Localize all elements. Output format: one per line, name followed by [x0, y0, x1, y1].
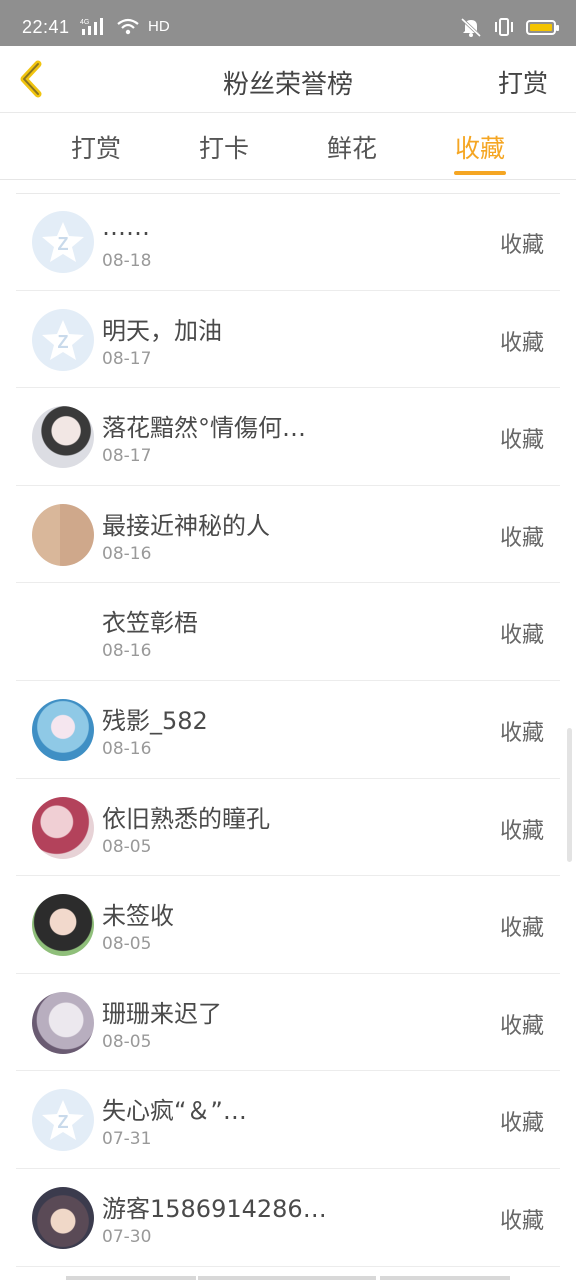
- fan-action: 收藏: [499, 525, 544, 551]
- fan-name: 依旧熟悉的瞳孔: [102, 804, 270, 833]
- svg-text:Z: Z: [58, 332, 69, 352]
- fan-date: 08-16: [102, 641, 152, 662]
- vibrate-icon: [495, 18, 513, 36]
- fan-action: 收藏: [499, 428, 544, 454]
- fan-name: 失心疯“＆”…: [102, 1097, 247, 1126]
- user-avatar-photo: [32, 796, 94, 859]
- star-logo-icon: Z: [42, 1100, 84, 1141]
- fan-action: 收藏: [499, 1013, 544, 1039]
- fan-date: 08-17: [102, 446, 152, 467]
- fan-action: 收藏: [499, 818, 544, 844]
- fan-name: 未签收: [102, 902, 174, 931]
- fan-name: ……: [102, 213, 150, 241]
- fan-action: 收藏: [499, 916, 544, 942]
- fan-name: 最接近神秘的人: [102, 511, 270, 540]
- default-avatar: Z: [32, 308, 94, 371]
- list-item[interactable]: 衣笠彰梧 08-16 收藏: [16, 583, 560, 681]
- navigation-bar: 粉丝荣誉榜 打赏: [0, 46, 576, 113]
- fan-date: 07-30: [102, 1226, 152, 1247]
- user-avatar-photo: [32, 1186, 94, 1249]
- default-avatar: Z: [32, 1089, 94, 1152]
- fan-action: 收藏: [499, 233, 544, 258]
- page-title: 粉丝荣誉榜: [222, 70, 353, 100]
- list-item[interactable]: Z 明天，加油 08-17 收藏: [16, 291, 560, 389]
- network-type-label: 4G: [80, 19, 89, 26]
- fan-date: 07-31: [102, 1129, 152, 1150]
- list-item[interactable]: 最接近神秘的人 08-16 收藏: [16, 486, 560, 584]
- list-item[interactable]: 游客1586914286… 07-30 收藏: [16, 1169, 560, 1267]
- status-right: [460, 17, 559, 37]
- tab-reward[interactable]: 打赏: [32, 129, 160, 165]
- svg-text:Z: Z: [58, 234, 69, 254]
- fan-action: 收藏: [499, 1208, 544, 1234]
- list-item[interactable]: 依旧熟悉的瞳孔 08-05 收藏: [16, 779, 560, 877]
- svg-text:Z: Z: [58, 1112, 69, 1132]
- fan-name: 衣笠彰梧: [102, 609, 198, 638]
- user-avatar-photo: [32, 698, 94, 761]
- list-item[interactable]: 未签收 08-05 收藏: [16, 876, 560, 974]
- user-avatar-photo: [32, 991, 94, 1054]
- tab-favorites[interactable]: 收藏: [416, 129, 544, 165]
- fan-name: 落花黯然°情傷何…: [102, 414, 306, 443]
- battery-icon: [526, 19, 559, 35]
- list-item[interactable]: 落花黯然°情傷何… 08-17 收藏: [16, 388, 560, 486]
- tab-flowers[interactable]: 鲜花: [288, 129, 416, 165]
- network-indicator: 4G HD: [80, 17, 170, 35]
- fan-date: 08-05: [102, 934, 152, 955]
- fan-date: 08-16: [102, 738, 152, 759]
- list-item[interactable]: Z …… 08-18 收藏: [16, 193, 560, 291]
- tab-checkin[interactable]: 打卡: [160, 129, 288, 165]
- signal-icon: 4G: [80, 18, 103, 35]
- fan-action: 收藏: [499, 1111, 544, 1137]
- fan-name: 珊珊来迟了: [102, 999, 222, 1028]
- list-item[interactable]: 珊珊来迟了 08-05 收藏: [16, 974, 560, 1072]
- fan-date: 08-05: [102, 836, 152, 857]
- fan-date: 08-05: [102, 1031, 152, 1052]
- mute-bell-icon: [460, 17, 482, 37]
- bottom-partial-row: [0, 1272, 576, 1280]
- fan-date: 08-17: [102, 348, 152, 369]
- star-logo-icon: Z: [42, 222, 84, 262]
- active-tab-indicator: [454, 171, 506, 175]
- reward-button[interactable]: 打赏: [498, 64, 548, 100]
- tab-bar: 打赏 打卡 鲜花 收藏: [0, 113, 576, 180]
- hd-label: HD: [148, 18, 170, 35]
- fan-name: 游客1586914286…: [102, 1194, 327, 1223]
- fan-name: 残影_582: [102, 706, 208, 735]
- user-avatar-photo: [32, 503, 94, 566]
- fan-name: 明天，加油: [102, 316, 222, 345]
- user-avatar-photo: [32, 406, 94, 469]
- fan-action: 收藏: [499, 623, 544, 649]
- status-bar: 22:41 4G HD: [0, 0, 576, 46]
- user-avatar-empty: [32, 601, 94, 663]
- fan-action: 收藏: [499, 330, 544, 356]
- list-item[interactable]: 残影_582 08-16 收藏: [16, 681, 560, 779]
- status-time: 22:41: [22, 17, 70, 37]
- scrollbar[interactable]: [567, 728, 572, 862]
- wifi-icon: [117, 18, 139, 35]
- fan-date: 08-16: [102, 543, 152, 564]
- list-item[interactable]: Z 失心疯“＆”… 07-31 收藏: [16, 1071, 560, 1169]
- default-avatar: Z: [32, 211, 94, 273]
- fan-date: 08-18: [102, 251, 152, 271]
- star-logo-icon: Z: [42, 319, 84, 360]
- user-avatar-photo: [32, 894, 94, 957]
- fan-action: 收藏: [499, 720, 544, 746]
- fan-list: Z …… 08-18 收藏 Z 明天，加油 08-17 收藏 落花黯然°情傷何……: [16, 193, 560, 1267]
